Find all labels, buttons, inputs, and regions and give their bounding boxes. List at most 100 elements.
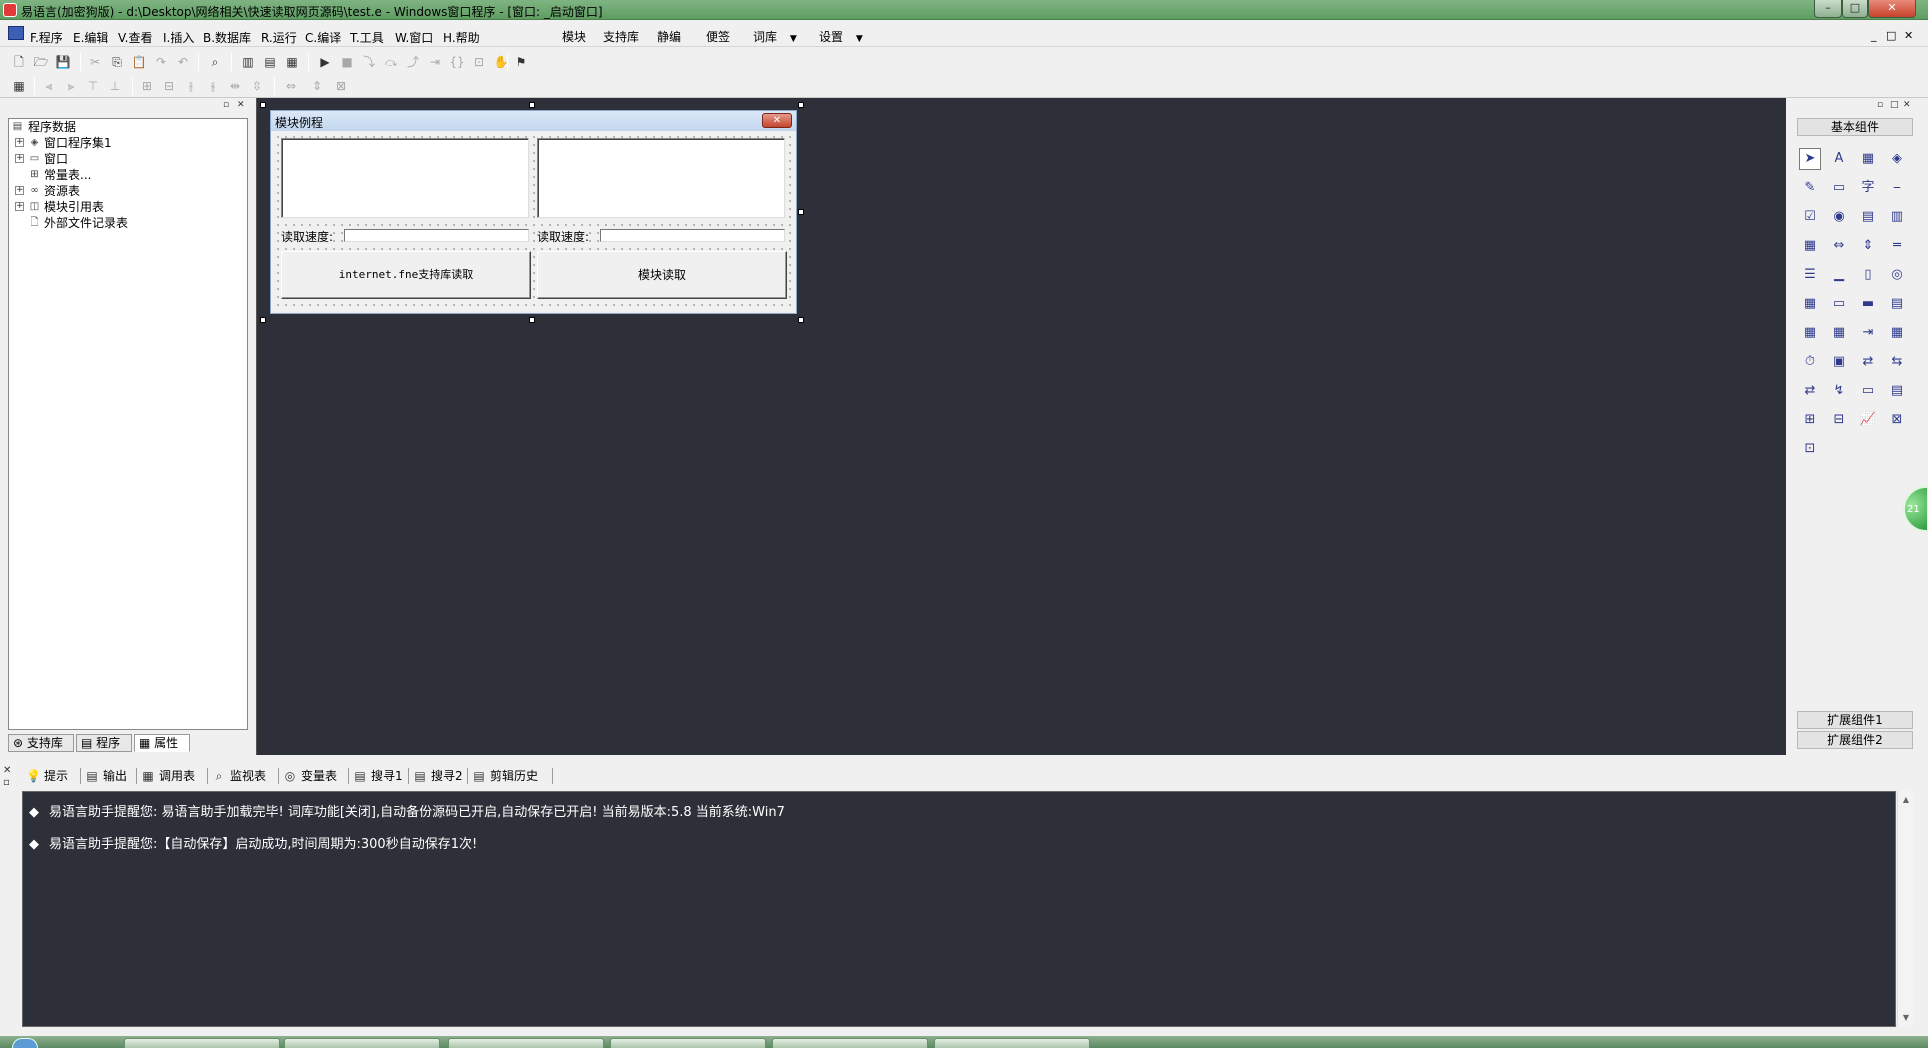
resize-handle[interactable] (798, 102, 804, 108)
tab-watch-table[interactable]: ⌕ 监视表 (212, 767, 266, 785)
component-36-icon[interactable]: ▤ (1886, 380, 1908, 402)
app-menu-icon[interactable] (8, 26, 24, 40)
redo-icon[interactable]: ↷ (153, 54, 169, 70)
taskbar-button[interactable] (124, 1038, 280, 1048)
internet-read-button[interactable]: internet.fne支持库读取 (281, 251, 531, 299)
component-32-icon[interactable]: ⇆ (1886, 351, 1908, 373)
align-right-icon[interactable]: ⫸ (63, 78, 79, 94)
component-6-icon[interactable]: ▭ (1828, 177, 1850, 199)
panel-pin-icon[interactable]: ▫ (1877, 100, 1883, 110)
paste-icon[interactable]: 📋 (131, 54, 147, 70)
menu-settings[interactable]: 设置 (819, 28, 863, 45)
component-34-icon[interactable]: ↯ (1828, 380, 1850, 402)
menu-program[interactable]: F.程序 (30, 29, 63, 46)
menu-view[interactable]: V.查看 (118, 29, 152, 46)
panel-close-icon[interactable]: ✕ (237, 100, 245, 110)
module-read-button[interactable]: 模块读取 (537, 251, 787, 299)
component-38-icon[interactable]: ⊟ (1828, 409, 1850, 431)
taskbar-button[interactable] (448, 1038, 604, 1048)
same-height-icon[interactable]: ⊟ (161, 78, 177, 94)
component-14-icon[interactable]: ⇔ (1828, 235, 1850, 257)
component-24-icon[interactable]: ▤ (1886, 293, 1908, 315)
component-2-icon[interactable]: A (1828, 148, 1850, 170)
expand-icon[interactable]: + (15, 202, 24, 211)
grid-icon[interactable]: ▦ (11, 78, 27, 94)
component-22-icon[interactable]: ▭ (1828, 293, 1850, 315)
expand-icon[interactable]: + (15, 154, 24, 163)
resize-handle[interactable] (529, 317, 535, 323)
taskbar-button[interactable] (284, 1038, 440, 1048)
component-7-icon[interactable]: 字 (1857, 177, 1879, 199)
component-27-icon[interactable]: ⇥ (1857, 322, 1879, 344)
step-over-icon[interactable]: ⤼ (383, 54, 399, 70)
space-h-icon[interactable]: ⇹ (227, 78, 243, 94)
find-icon[interactable]: ⌕ (207, 54, 223, 70)
menu-static-compile[interactable]: 静编 (657, 28, 681, 45)
menu-support-lib[interactable]: 支持库 (603, 28, 639, 45)
tab-tips[interactable]: 💡 提示 (26, 767, 68, 785)
watch-icon[interactable]: ⊡ (471, 54, 487, 70)
speed-input-1[interactable] (344, 229, 529, 242)
cut-icon[interactable]: ✂ (87, 54, 103, 70)
component-20-icon[interactable]: ◎ (1886, 264, 1908, 286)
tab-call-table[interactable]: ▦ 调用表 (141, 767, 195, 785)
menu-dictionary[interactable]: 词库 (753, 28, 797, 45)
layout-right-icon[interactable]: ▦ (284, 54, 300, 70)
step-out-icon[interactable]: ⤴ (405, 54, 421, 70)
form-client-area[interactable]: 读取速度: 读取速度: internet.fne支持库读取 模块读取 (274, 133, 793, 311)
extended-components-1[interactable]: 扩展组件1 (1797, 711, 1913, 729)
menu-notes[interactable]: 便签 (706, 28, 730, 45)
resize-handle[interactable] (529, 102, 535, 108)
project-tree[interactable]: ▤ 程序数据 + ◈ 窗口程序集1 + ▭ 窗口 ⊞ 常量表... + ∞ 资源… (8, 118, 248, 730)
bottom-close-icon[interactable]: ✕ (3, 765, 11, 776)
panel-pin-icon[interactable]: ▫ (223, 100, 229, 110)
tab-program[interactable]: ▤ 程序 (76, 734, 132, 752)
designed-form[interactable]: 模块例程 ✕ 读取速度: 读取速度: internet.fne支持库读取 模块读… (270, 110, 797, 314)
component-21-icon[interactable]: ▦ (1799, 293, 1821, 315)
edit-box-2[interactable] (537, 138, 785, 218)
component-11-icon[interactable]: ▤ (1857, 206, 1879, 228)
component-28-icon[interactable]: ▦ (1886, 322, 1908, 344)
copy-icon[interactable]: ⎘ (109, 54, 125, 70)
component-17-icon[interactable]: ☰ (1799, 264, 1821, 286)
form-close-icon[interactable]: ✕ (762, 113, 792, 128)
component-41-icon[interactable]: ⊡ (1799, 438, 1821, 460)
align-bottom-icon[interactable]: ⊥ (107, 78, 123, 94)
component-31-icon[interactable]: ⇄ (1857, 351, 1879, 373)
tab-search-1[interactable]: ▤ 搜寻1 (353, 767, 402, 785)
component-3-icon[interactable]: ▦ (1857, 148, 1879, 170)
menu-run[interactable]: R.运行 (261, 29, 297, 46)
mdi-close-button[interactable]: ✕ (1904, 29, 1913, 42)
component-10-icon[interactable]: ◉ (1828, 206, 1850, 228)
component-15-icon[interactable]: ⇕ (1857, 235, 1879, 257)
component-12-icon[interactable]: ▥ (1886, 206, 1908, 228)
resize-handle[interactable] (260, 317, 266, 323)
save-icon[interactable]: 💾 (55, 54, 71, 70)
component-18-icon[interactable]: ▁ (1828, 264, 1850, 286)
resize-handle[interactable] (260, 102, 266, 108)
output-console[interactable]: ◆ 易语言助手提醒您: 易语言助手加载完毕! 词库功能[关闭],自动备份源码已开启… (22, 791, 1896, 1027)
menu-database[interactable]: B.数据库 (203, 29, 251, 46)
menu-module[interactable]: 模块 (562, 28, 586, 45)
component-1-icon[interactable]: ➤ (1799, 148, 1821, 170)
close-button[interactable]: ✕ (1868, 0, 1916, 18)
run-to-cursor-icon[interactable]: ⇥ (427, 54, 443, 70)
panel-restore-icon[interactable]: □ (1890, 100, 1899, 110)
component-5-icon[interactable]: ✎ (1799, 177, 1821, 199)
taskbar-button[interactable] (772, 1038, 928, 1048)
component-19-icon[interactable]: ▯ (1857, 264, 1879, 286)
scroll-up-icon[interactable]: ▲ (1898, 793, 1914, 807)
tab-output[interactable]: ▤ 输出 (85, 767, 127, 785)
maximize-button[interactable]: □ (1842, 0, 1868, 18)
output-scrollbar[interactable]: ▲ ▼ (1897, 791, 1913, 1027)
mdi-restore-button[interactable]: □ (1886, 29, 1896, 42)
component-30-icon[interactable]: ▣ (1828, 351, 1850, 373)
component-16-icon[interactable]: ═ (1886, 235, 1908, 257)
open-file-icon[interactable]: 🗁 (33, 54, 49, 70)
center-h-icon[interactable]: ⫲ (183, 78, 199, 94)
component-35-icon[interactable]: ▭ (1857, 380, 1879, 402)
component-26-icon[interactable]: ▦ (1828, 322, 1850, 344)
expand-icon[interactable]: + (15, 138, 24, 147)
component-33-icon[interactable]: ⇄ (1799, 380, 1821, 402)
fit-all-icon[interactable]: ⊠ (333, 78, 349, 94)
